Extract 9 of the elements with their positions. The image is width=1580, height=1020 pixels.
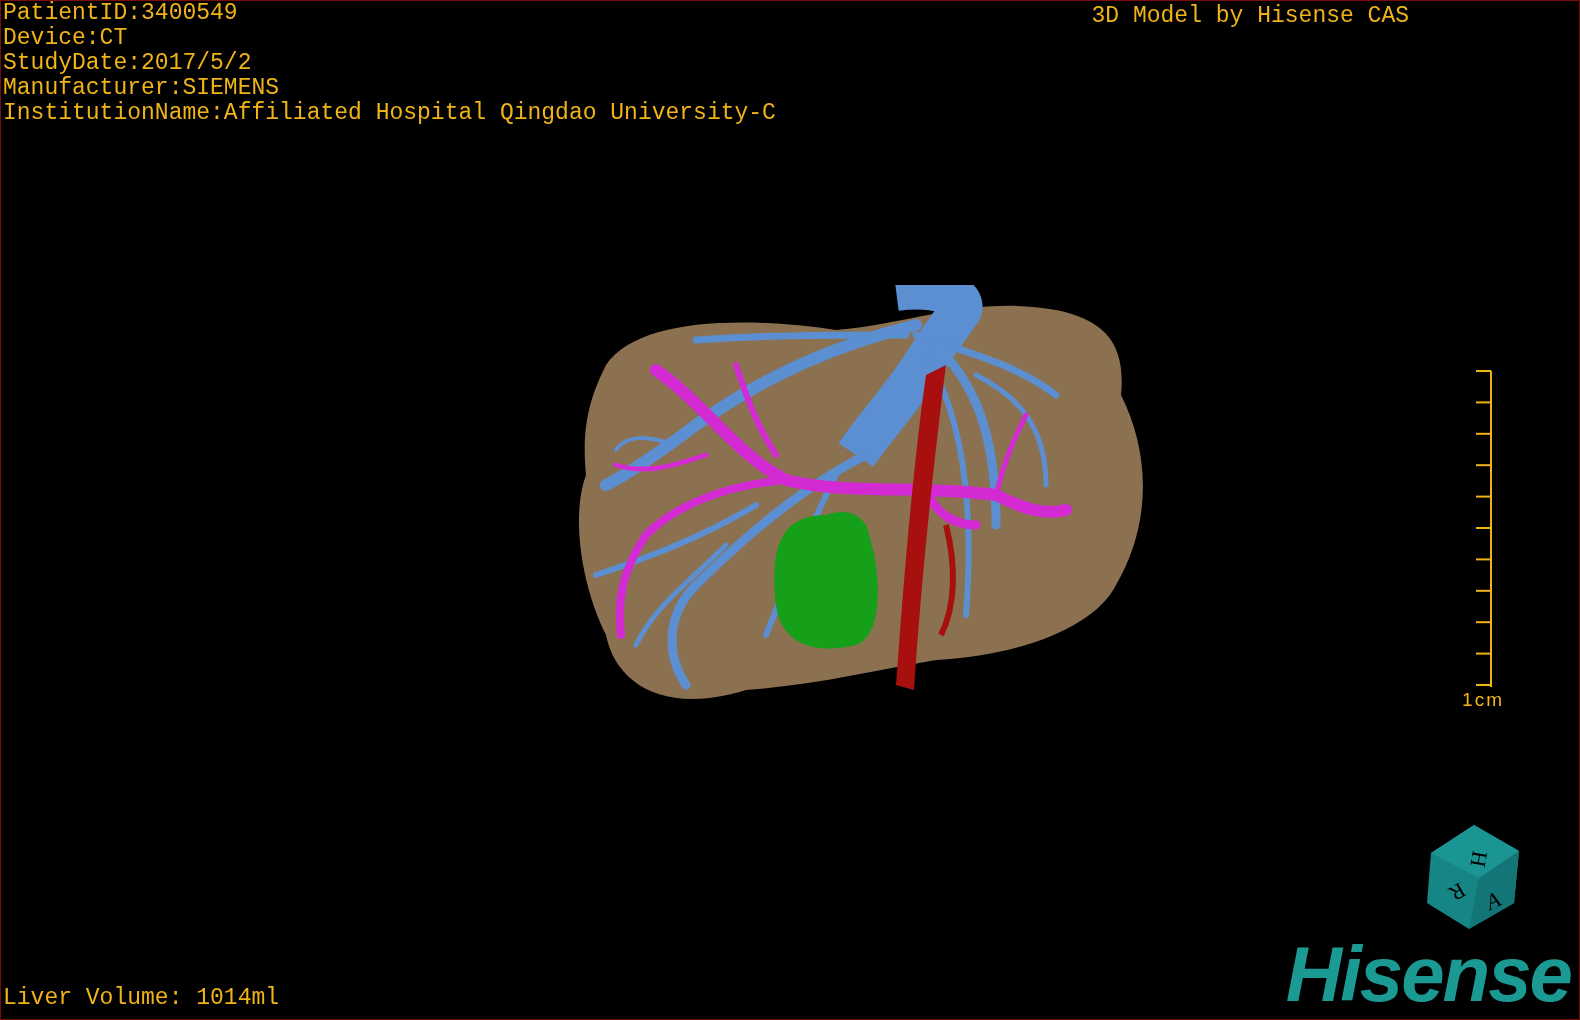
viewer-title: 3D Model by Hisense CAS	[1091, 2, 1409, 31]
scale-label: 1cm	[1462, 688, 1504, 711]
patient-info-text: StudyDate:2017/5/2	[3, 51, 253, 76]
patient-info-text: Device:CT	[3, 26, 129, 51]
patient-info-text: InstitutionName:Affiliated Hospital Qingdao University-C	[3, 101, 776, 126]
patient-info-text: Manufacturer:SIEMENS	[3, 76, 281, 101]
liver-volume-text: Liver Volume: 1014ml	[2, 985, 280, 1013]
brand-logo: Hisense	[1285, 937, 1571, 1019]
patient-info-text: PatientID:3400549	[3, 1, 239, 26]
